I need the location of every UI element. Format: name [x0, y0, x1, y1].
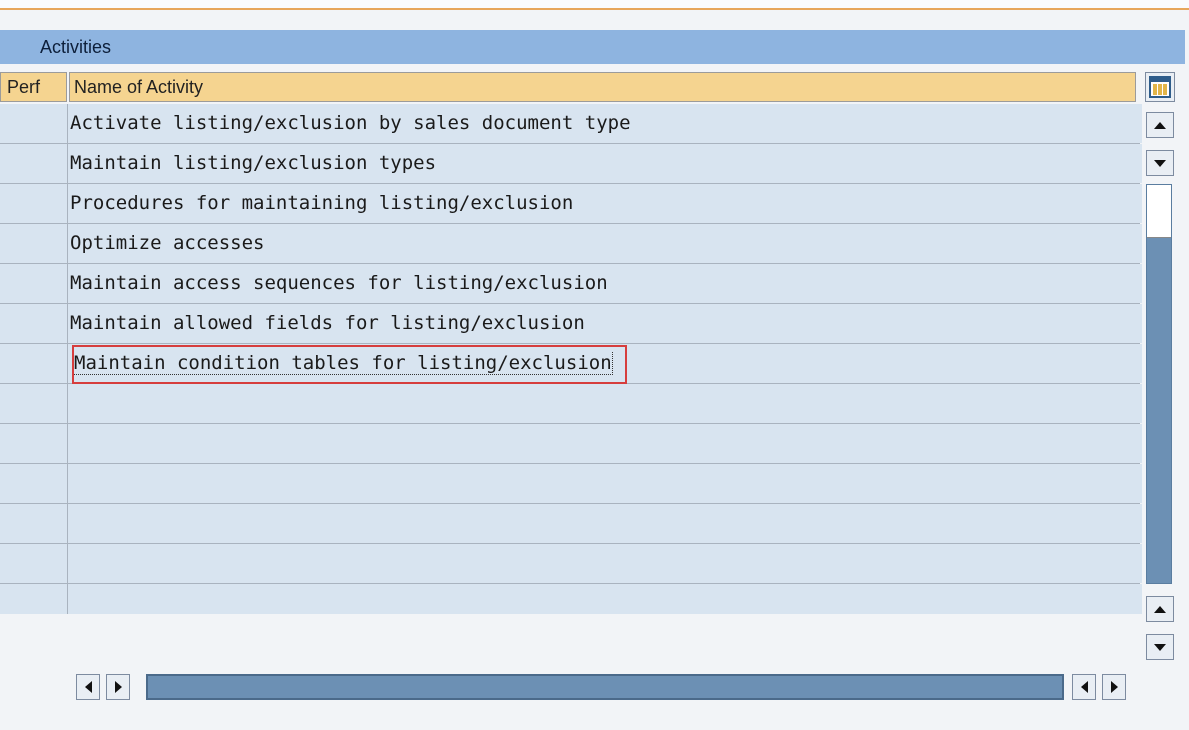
table-row[interactable]: Activate listing/exclusion by sales docu…: [0, 104, 1142, 144]
scroll-right-end-button[interactable]: [1102, 674, 1126, 700]
vertical-scrollbar[interactable]: [1143, 112, 1175, 665]
scroll-up-button[interactable]: [1146, 112, 1174, 138]
arrow-up-icon: [1154, 605, 1166, 613]
activity-name-cell[interactable]: Activate listing/exclusion by sales docu…: [68, 104, 1142, 143]
table-row[interactable]: Maintain access sequences for listing/ex…: [0, 264, 1142, 304]
table-row-selected[interactable]: Maintain condition tables for listing/ex…: [0, 344, 1142, 384]
vertical-scroll-track[interactable]: [1146, 184, 1172, 584]
perf-cell[interactable]: [0, 304, 68, 343]
table-body: Activate listing/exclusion by sales docu…: [0, 104, 1142, 614]
perf-cell[interactable]: [0, 264, 68, 303]
perf-cell[interactable]: [0, 504, 68, 543]
panel-title: Activities: [40, 37, 112, 57]
perf-cell[interactable]: [0, 464, 68, 503]
perf-cell[interactable]: [0, 344, 68, 383]
activity-name-cell[interactable]: Maintain listing/exclusion types: [68, 144, 1142, 183]
activity-name-cell[interactable]: [68, 584, 1142, 614]
activity-name-cell[interactable]: [68, 544, 1142, 583]
scroll-left-end-button[interactable]: [1072, 674, 1096, 700]
table-header: Perf Name of Activity: [0, 72, 1140, 102]
arrow-down-icon: [1154, 159, 1166, 167]
perf-cell[interactable]: [0, 544, 68, 583]
table-row[interactable]: Maintain listing/exclusion types: [0, 144, 1142, 184]
column-header-name[interactable]: Name of Activity: [69, 72, 1136, 102]
arrow-right-icon: [1110, 681, 1118, 693]
table-row[interactable]: [0, 464, 1142, 504]
column-settings-button[interactable]: [1145, 72, 1175, 102]
perf-cell[interactable]: [0, 224, 68, 263]
table-row[interactable]: [0, 384, 1142, 424]
column-header-perf[interactable]: Perf: [0, 72, 67, 102]
table-row[interactable]: [0, 424, 1142, 464]
selected-highlight[interactable]: Maintain condition tables for listing/ex…: [72, 345, 627, 384]
panel-title-bar: Activities: [0, 30, 1185, 64]
activity-name-cell[interactable]: [68, 424, 1142, 463]
table-row[interactable]: [0, 544, 1142, 584]
activity-name-cell[interactable]: Maintain condition tables for listing/ex…: [68, 344, 1142, 384]
perf-cell[interactable]: [0, 184, 68, 223]
table-row[interactable]: [0, 504, 1142, 544]
activity-name-cell[interactable]: Optimize accesses: [68, 224, 1142, 263]
table-row[interactable]: Optimize accesses: [0, 224, 1142, 264]
activity-name-cell[interactable]: [68, 504, 1142, 543]
arrow-left-icon: [84, 681, 92, 693]
activity-name-cell[interactable]: Maintain allowed fields for listing/excl…: [68, 304, 1142, 343]
arrow-right-icon: [114, 681, 122, 693]
arrow-left-icon: [1080, 681, 1088, 693]
page-down-button[interactable]: [1146, 634, 1174, 660]
activity-name-cell[interactable]: [68, 464, 1142, 503]
perf-cell[interactable]: [0, 384, 68, 423]
vertical-scroll-thumb[interactable]: [1147, 185, 1171, 238]
activity-name-cell[interactable]: [68, 384, 1142, 423]
scroll-down-button[interactable]: [1146, 150, 1174, 176]
table-row[interactable]: [0, 584, 1142, 614]
horizontal-scroll-track[interactable]: [146, 674, 1064, 700]
perf-cell[interactable]: [0, 104, 68, 143]
arrow-down-icon: [1154, 643, 1166, 651]
perf-cell[interactable]: [0, 424, 68, 463]
scroll-right-button[interactable]: [106, 674, 130, 700]
scroll-left-button[interactable]: [76, 674, 100, 700]
activities-table: Perf Name of Activity Activate listing/e…: [0, 66, 1189, 666]
table-settings-icon: [1149, 76, 1171, 98]
table-row[interactable]: Procedures for maintaining listing/exclu…: [0, 184, 1142, 224]
selected-activity-text[interactable]: Maintain condition tables for listing/ex…: [74, 352, 613, 375]
arrow-up-icon: [1154, 121, 1166, 129]
table-row[interactable]: Maintain allowed fields for listing/excl…: [0, 304, 1142, 344]
top-divider: [0, 0, 1189, 10]
horizontal-scrollbar[interactable]: [72, 672, 1142, 704]
page-up-button[interactable]: [1146, 596, 1174, 622]
perf-cell[interactable]: [0, 584, 68, 614]
activity-name-cell[interactable]: Maintain access sequences for listing/ex…: [68, 264, 1142, 303]
perf-cell[interactable]: [0, 144, 68, 183]
activity-name-cell[interactable]: Procedures for maintaining listing/exclu…: [68, 184, 1142, 223]
bottom-strip: [0, 712, 1189, 730]
